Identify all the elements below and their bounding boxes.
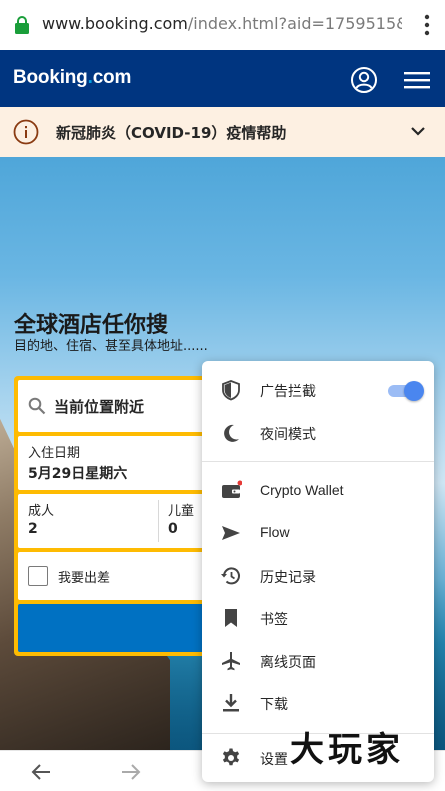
- menu-item-bookmarks[interactable]: 书签: [202, 598, 434, 638]
- hero-subtitle: 目的地、住宿、甚至具体地址......: [14, 339, 208, 354]
- menu-label: Flow: [260, 524, 290, 540]
- url-path: /index.html?aid=1759515&l: [187, 14, 402, 33]
- menu-item-history[interactable]: 历史记录: [202, 556, 434, 596]
- wallet-icon: [222, 480, 242, 498]
- banner-text: 新冠肺炎（COVID-19）疫情帮助: [56, 124, 287, 142]
- menu-item-downloads[interactable]: 下载: [202, 683, 434, 723]
- menu-item-flow[interactable]: Flow: [202, 513, 434, 553]
- back-arrow-icon[interactable]: [30, 762, 52, 782]
- menu-label: Crypto Wallet: [260, 482, 344, 498]
- account-icon[interactable]: [350, 66, 378, 94]
- bookmark-icon: [225, 609, 237, 627]
- search-icon: [28, 397, 46, 415]
- menu-item-crypto-wallet[interactable]: Crypto Wallet: [202, 471, 434, 511]
- menu-label: 广告拦截: [260, 384, 316, 400]
- adults-value: 2: [28, 521, 38, 537]
- adults-label: 成人: [28, 504, 55, 519]
- menu-label: 历史记录: [260, 570, 316, 586]
- toggle-knob: [404, 381, 424, 401]
- children-value: 0: [168, 521, 178, 537]
- checkin-value: 5月29日星期六: [28, 466, 128, 482]
- menu-item-offline-pages[interactable]: 离线页面: [202, 641, 434, 681]
- menu-label: 离线页面: [260, 655, 316, 671]
- business-trip-label: 我要出差: [58, 571, 111, 586]
- children-label: 儿童: [168, 504, 195, 519]
- guests-divider: [158, 500, 159, 542]
- logo-tld: com: [92, 67, 132, 88]
- covid-banner[interactable]: 新冠肺炎（COVID-19）疫情帮助: [0, 107, 445, 157]
- shield-icon: [222, 380, 240, 401]
- gear-icon: [222, 748, 240, 766]
- browser-menu: 广告拦截 夜间模式 Crypto Wallet Flow 历史记录 书签 离线页…: [202, 361, 434, 782]
- chevron-down-icon[interactable]: [410, 125, 426, 137]
- checkin-label: 入住日期: [28, 446, 81, 461]
- more-options-icon[interactable]: [423, 14, 431, 36]
- business-trip-checkbox[interactable]: [28, 566, 48, 586]
- forward-arrow-icon[interactable]: [120, 762, 142, 782]
- destination-value: 当前位置附近: [54, 398, 145, 416]
- hamburger-menu-icon[interactable]: [404, 70, 430, 90]
- menu-label: 夜间模式: [260, 427, 316, 443]
- menu-divider: [202, 461, 434, 462]
- download-icon: [223, 694, 239, 712]
- history-icon: [221, 567, 240, 585]
- watermark-text: 大玩家: [290, 730, 404, 770]
- menu-label: 书签: [260, 612, 288, 628]
- send-icon: [222, 526, 240, 540]
- lock-icon: [15, 16, 29, 34]
- menu-item-adblock[interactable]: 广告拦截: [202, 370, 434, 410]
- url-domain: www.booking.com: [42, 14, 188, 33]
- menu-label: 设置: [260, 752, 288, 768]
- booking-logo[interactable]: Booking.com: [13, 67, 131, 89]
- adblock-toggle[interactable]: [388, 381, 424, 401]
- logo-main: Booking: [13, 67, 88, 88]
- info-icon: [13, 119, 39, 145]
- address-bar[interactable]: www.booking.com/index.html?aid=1759515&l: [0, 0, 445, 50]
- url-text[interactable]: www.booking.com/index.html?aid=1759515&l: [42, 14, 402, 33]
- site-header: Booking.com: [0, 50, 445, 107]
- airplane-icon: [222, 652, 240, 671]
- moon-icon: [224, 424, 239, 442]
- menu-item-night-mode[interactable]: 夜间模式: [202, 413, 434, 453]
- menu-label: 下载: [260, 697, 288, 713]
